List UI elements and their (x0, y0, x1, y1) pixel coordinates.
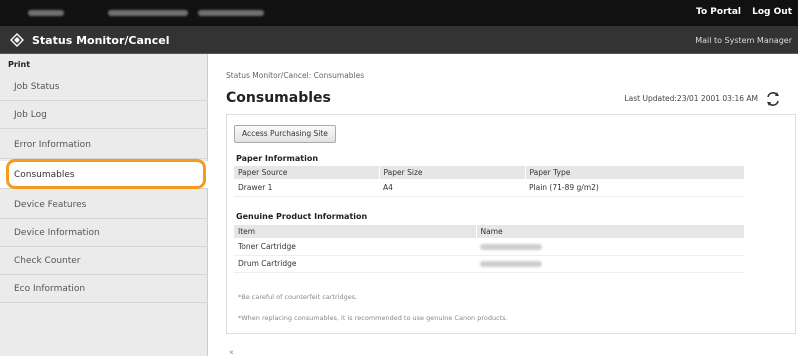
column-header: Item (234, 225, 477, 238)
item-cell: Drum Cartridge (234, 255, 476, 273)
genuine-products-note: *When replacing consumables, it is recom… (238, 314, 508, 322)
app-title: Status Monitor/Cancel (32, 34, 170, 47)
item-cell: Toner Cartridge (234, 238, 476, 256)
sidebar-section-print: Print (8, 60, 31, 69)
redacted-text (108, 10, 188, 16)
name-cell (476, 255, 745, 273)
paper-information-title: Paper Information (236, 154, 319, 163)
table-header-row: Item Name (234, 225, 745, 238)
sidebar-item-device-features[interactable]: Device Features (0, 191, 208, 219)
logo-icon (10, 33, 24, 47)
breadcrumb: Status Monitor/Cancel: Consumables (226, 71, 365, 80)
redacted-text (480, 261, 542, 267)
paper-information-table: Paper Source Paper Size Paper Type Drawe… (234, 166, 745, 197)
counterfeit-note: *Be careful of counterfeit cartridges. (238, 293, 358, 301)
paper-type-cell: Plain (71-89 g/m2) (525, 179, 745, 197)
main-content: Status Monitor/Cancel: Consumables Consu… (208, 54, 798, 356)
redacted-text (198, 10, 264, 16)
access-purchasing-site-button[interactable]: Access Purchasing Site (234, 125, 336, 143)
sidebar: Print Job Status Job Log Error Informati… (0, 54, 208, 356)
consumables-panel (226, 114, 796, 334)
scroll-top-icon[interactable]: ⌅ (228, 347, 235, 356)
redacted-text (28, 10, 64, 16)
column-header: Paper Size (379, 166, 526, 179)
table-header-row: Paper Source Paper Size Paper Type (234, 166, 745, 179)
refresh-icon[interactable] (764, 90, 782, 108)
to-portal-link[interactable]: To Portal (696, 7, 741, 17)
column-header: Paper Type (525, 166, 745, 179)
mail-system-manager-link[interactable]: Mail to System Manager (695, 36, 792, 45)
logout-link[interactable]: Log Out (752, 7, 792, 17)
sidebar-item-job-status[interactable]: Job Status (0, 73, 208, 101)
name-cell (476, 238, 745, 256)
sidebar-item-check-counter[interactable]: Check Counter (0, 247, 208, 275)
sidebar-item-eco-information[interactable]: Eco Information (0, 275, 208, 303)
genuine-product-information-title: Genuine Product Information (236, 212, 368, 221)
sidebar-item-error-information[interactable]: Error Information (0, 131, 208, 159)
top-bar: To Portal Log Out (0, 0, 798, 26)
sidebar-item-consumables[interactable]: Consumables (0, 161, 208, 189)
table-row: Drum Cartridge (234, 255, 745, 273)
page-title: Consumables (226, 90, 331, 106)
title-bar: Status Monitor/Cancel Mail to System Man… (0, 26, 798, 54)
table-row: Toner Cartridge (234, 238, 745, 256)
last-updated-text: Last Updated:23/01 2001 03:16 AM (624, 94, 758, 103)
paper-size-cell: A4 (379, 179, 525, 197)
genuine-product-table: Item Name Toner Cartridge Drum Cartridge (234, 225, 745, 273)
sidebar-item-job-log[interactable]: Job Log (0, 101, 208, 129)
paper-source-cell: Drawer 1 (234, 179, 379, 197)
table-row: Drawer 1 A4 Plain (71-89 g/m2) (234, 179, 745, 197)
column-header: Name (476, 225, 745, 238)
redacted-text (480, 243, 542, 250)
sidebar-item-device-information[interactable]: Device Information (0, 219, 208, 247)
column-header: Paper Source (234, 166, 380, 179)
